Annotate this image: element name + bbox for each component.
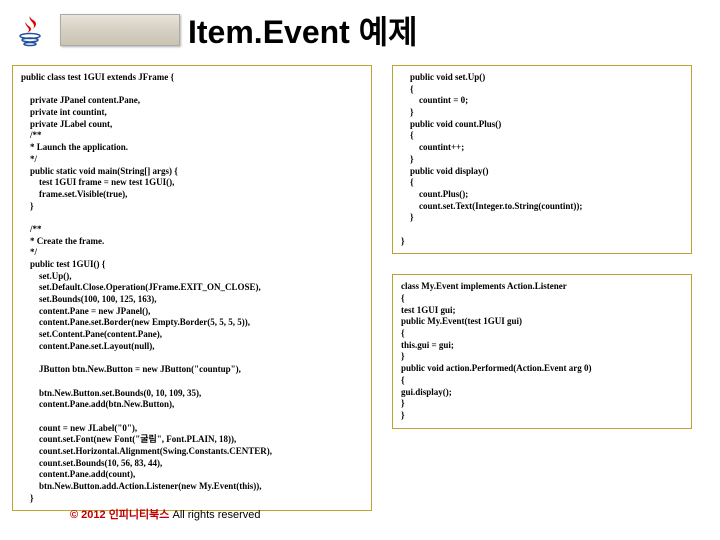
header: Item.Event 예제 xyxy=(0,0,720,60)
code-block-right-1: public void set.Up() { countint = 0; } p… xyxy=(392,65,692,254)
code-block-left: public class test 1GUI extends JFrame { … xyxy=(12,65,372,511)
footer: © 2012 인피니티북스 All rights reserved xyxy=(70,506,261,522)
title-bar-decoration xyxy=(60,14,180,46)
rights-text: All rights reserved xyxy=(169,509,260,521)
right-column: public void set.Up() { countint = 0; } p… xyxy=(392,65,692,511)
java-logo-icon xyxy=(10,10,50,50)
left-column: public class test 1GUI extends JFrame { … xyxy=(12,65,372,511)
content-area: public class test 1GUI extends JFrame { … xyxy=(0,60,720,516)
page-title: Item.Event 예제 xyxy=(188,7,418,53)
copyright-text: © 2012 인피니티북스 xyxy=(70,509,169,521)
code-block-right-2: class My.Event implements Action.Listene… xyxy=(392,274,692,428)
